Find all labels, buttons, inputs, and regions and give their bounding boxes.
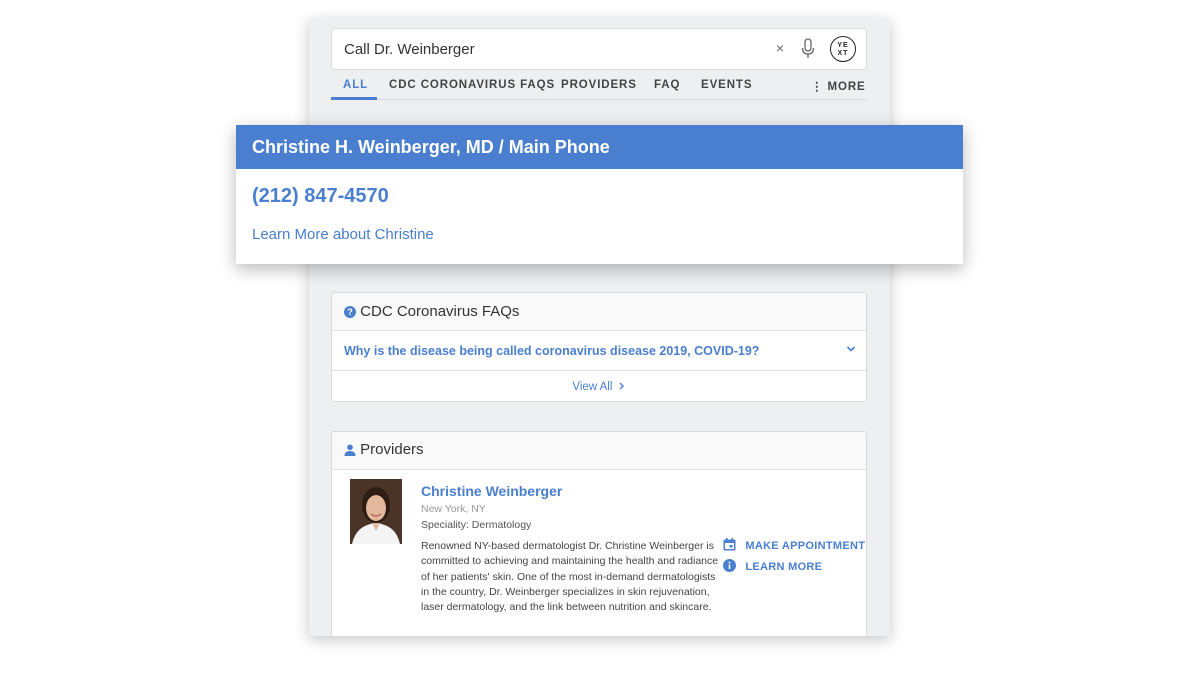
search-input[interactable] — [344, 29, 764, 69]
tab-providers[interactable]: PROVIDERS — [561, 79, 637, 91]
view-all-link[interactable]: View All — [332, 381, 866, 393]
faq-question-link[interactable]: Why is the disease being called coronavi… — [344, 344, 759, 358]
chevron-down-icon[interactable] — [846, 344, 856, 356]
make-appointment-button[interactable]: MAKE APPOINTMENT — [723, 538, 865, 552]
providers-section-header: Providers — [332, 432, 866, 470]
more-tabs-button[interactable]: ⋮ MORE — [811, 79, 866, 93]
provider-description: Renowned NY-based dermatologist Dr. Chri… — [421, 540, 719, 614]
direct-answer-card: Christine H. Weinberger, MD / Main Phone… — [236, 125, 963, 264]
direct-answer-title: Christine H. Weinberger, MD / Main Phone — [236, 125, 963, 169]
provider-location: New York, NY — [421, 503, 486, 515]
tab-events[interactable]: EVENTS — [701, 79, 752, 91]
learn-more-about-link[interactable]: Learn More about Christine — [252, 226, 434, 243]
faq-section-header: ? CDC Coronavirus FAQs — [332, 293, 866, 331]
provider-specialty: Speciality: Dermatology — [421, 519, 532, 531]
view-all-label: View All — [572, 381, 613, 393]
make-appointment-label: MAKE APPOINTMENT — [745, 540, 866, 552]
question-icon: ? — [344, 306, 356, 319]
chevron-right-icon — [619, 382, 624, 390]
clear-icon[interactable]: × — [776, 40, 784, 56]
tab-cdc-coronavirus-faqs[interactable]: CDC CORONAVIRUS FAQS — [389, 79, 555, 91]
providers-section-title: Providers — [360, 441, 424, 458]
info-icon — [723, 559, 736, 572]
tab-faq[interactable]: FAQ — [654, 79, 680, 91]
provider-photo — [350, 479, 402, 544]
provider-name-link[interactable]: Christine Weinberger — [421, 483, 562, 499]
faq-section: ? CDC Coronavirus FAQs Why is the diseas… — [331, 292, 867, 402]
active-tab-indicator — [331, 97, 377, 100]
person-icon — [344, 444, 356, 457]
vertical-nav: ALL CDC CORONAVIRUS FAQS PROVIDERS FAQ E… — [331, 76, 867, 100]
divider — [332, 370, 866, 371]
search-results-panel: × YE XT ALL CDC CORONAVIRUS FAQS PROVIDE… — [309, 18, 890, 636]
yext-logo-icon[interactable]: YE XT — [830, 36, 856, 62]
tab-all[interactable]: ALL — [343, 79, 368, 91]
providers-section: Providers Christine Weinberger New York,… — [331, 431, 867, 636]
microphone-icon[interactable] — [801, 38, 815, 65]
learn-more-label: LEARN MORE — [745, 561, 823, 573]
calendar-icon — [723, 538, 736, 551]
phone-number-link[interactable]: (212) 847-4570 — [252, 185, 389, 208]
learn-more-button[interactable]: LEARN MORE — [723, 559, 822, 573]
faq-section-title: CDC Coronavirus FAQs — [360, 303, 520, 320]
search-bar: × YE XT — [331, 28, 867, 70]
